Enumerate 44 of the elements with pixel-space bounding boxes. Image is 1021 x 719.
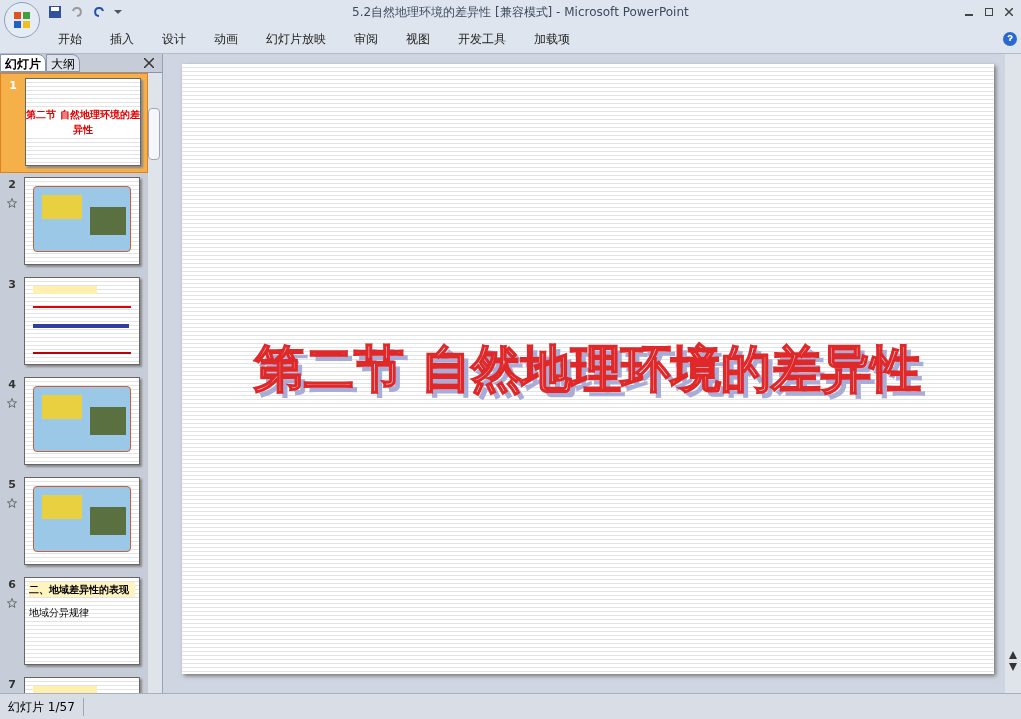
ribbon-tab[interactable]: 视图: [394, 25, 442, 52]
next-slide-icon[interactable]: [1009, 663, 1017, 671]
ribbon-tab[interactable]: 审阅: [342, 25, 390, 52]
slide-thumbnail-row[interactable]: 4: [0, 373, 148, 473]
slide-number: 6: [8, 577, 16, 593]
slide-thumbnail-row[interactable]: 2: [0, 173, 148, 273]
caret-icon[interactable]: [114, 9, 122, 15]
thumbnail-subtitle: 地域分异规律: [29, 606, 90, 620]
save-icon[interactable]: [48, 5, 62, 19]
slide-thumbnail-row[interactable]: 3: [0, 273, 148, 373]
slide-number: 3: [8, 277, 16, 293]
slide-number: 7: [8, 677, 16, 693]
office-button[interactable]: [4, 2, 40, 38]
scrollbar[interactable]: [148, 73, 162, 693]
ribbon-tab[interactable]: 开发工具: [446, 25, 518, 52]
redo-icon[interactable]: [92, 5, 106, 19]
thumbnail-title: 第二节 自然地理环境的差异性: [26, 107, 140, 137]
ribbon-tab[interactable]: 设计: [150, 25, 198, 52]
help-icon[interactable]: [1003, 31, 1017, 46]
slide-number: 5: [8, 477, 16, 493]
slide-number: 4: [8, 377, 16, 393]
pane-tab[interactable]: 幻灯片: [0, 54, 46, 72]
slide-number: 2: [8, 177, 16, 193]
slide-title: 第二节 自然地理环境的差异性: [253, 338, 922, 400]
thumbnail-title: 二、地域差异性的表现: [29, 582, 135, 597]
slide-thumbnail-row[interactable]: 5: [0, 473, 148, 573]
slide-thumbnail-row[interactable]: 6 二、地域差异性的表现 地域分异规律: [0, 573, 148, 673]
slide-thumbnail-row[interactable]: 1 第二节 自然地理环境的差异性: [0, 73, 148, 173]
ribbon-tab[interactable]: 插入: [98, 25, 146, 52]
ribbon-tab[interactable]: 动画: [202, 25, 250, 52]
pane-tab[interactable]: 大纲: [46, 54, 80, 72]
slide-thumbnail-row[interactable]: 7: [0, 673, 148, 693]
office-logo-icon: [13, 11, 31, 29]
ribbon-tab[interactable]: 加载项: [522, 25, 582, 52]
scrollbar[interactable]: [1005, 54, 1021, 693]
previous-slide-icon[interactable]: [1009, 651, 1017, 659]
ribbon-tab[interactable]: 幻灯片放映: [254, 25, 338, 52]
close-icon[interactable]: [1005, 8, 1013, 16]
slide-indicator: 幻灯片 1/57: [0, 697, 84, 716]
ribbon-tab[interactable]: 开始: [46, 25, 94, 52]
close-icon[interactable]: [144, 58, 154, 68]
restore-icon[interactable]: [985, 8, 993, 16]
window-title: 5.2自然地理环境的差异性 [兼容模式] - Microsoft PowerPoint: [352, 4, 689, 21]
slide-number: 1: [9, 78, 17, 94]
